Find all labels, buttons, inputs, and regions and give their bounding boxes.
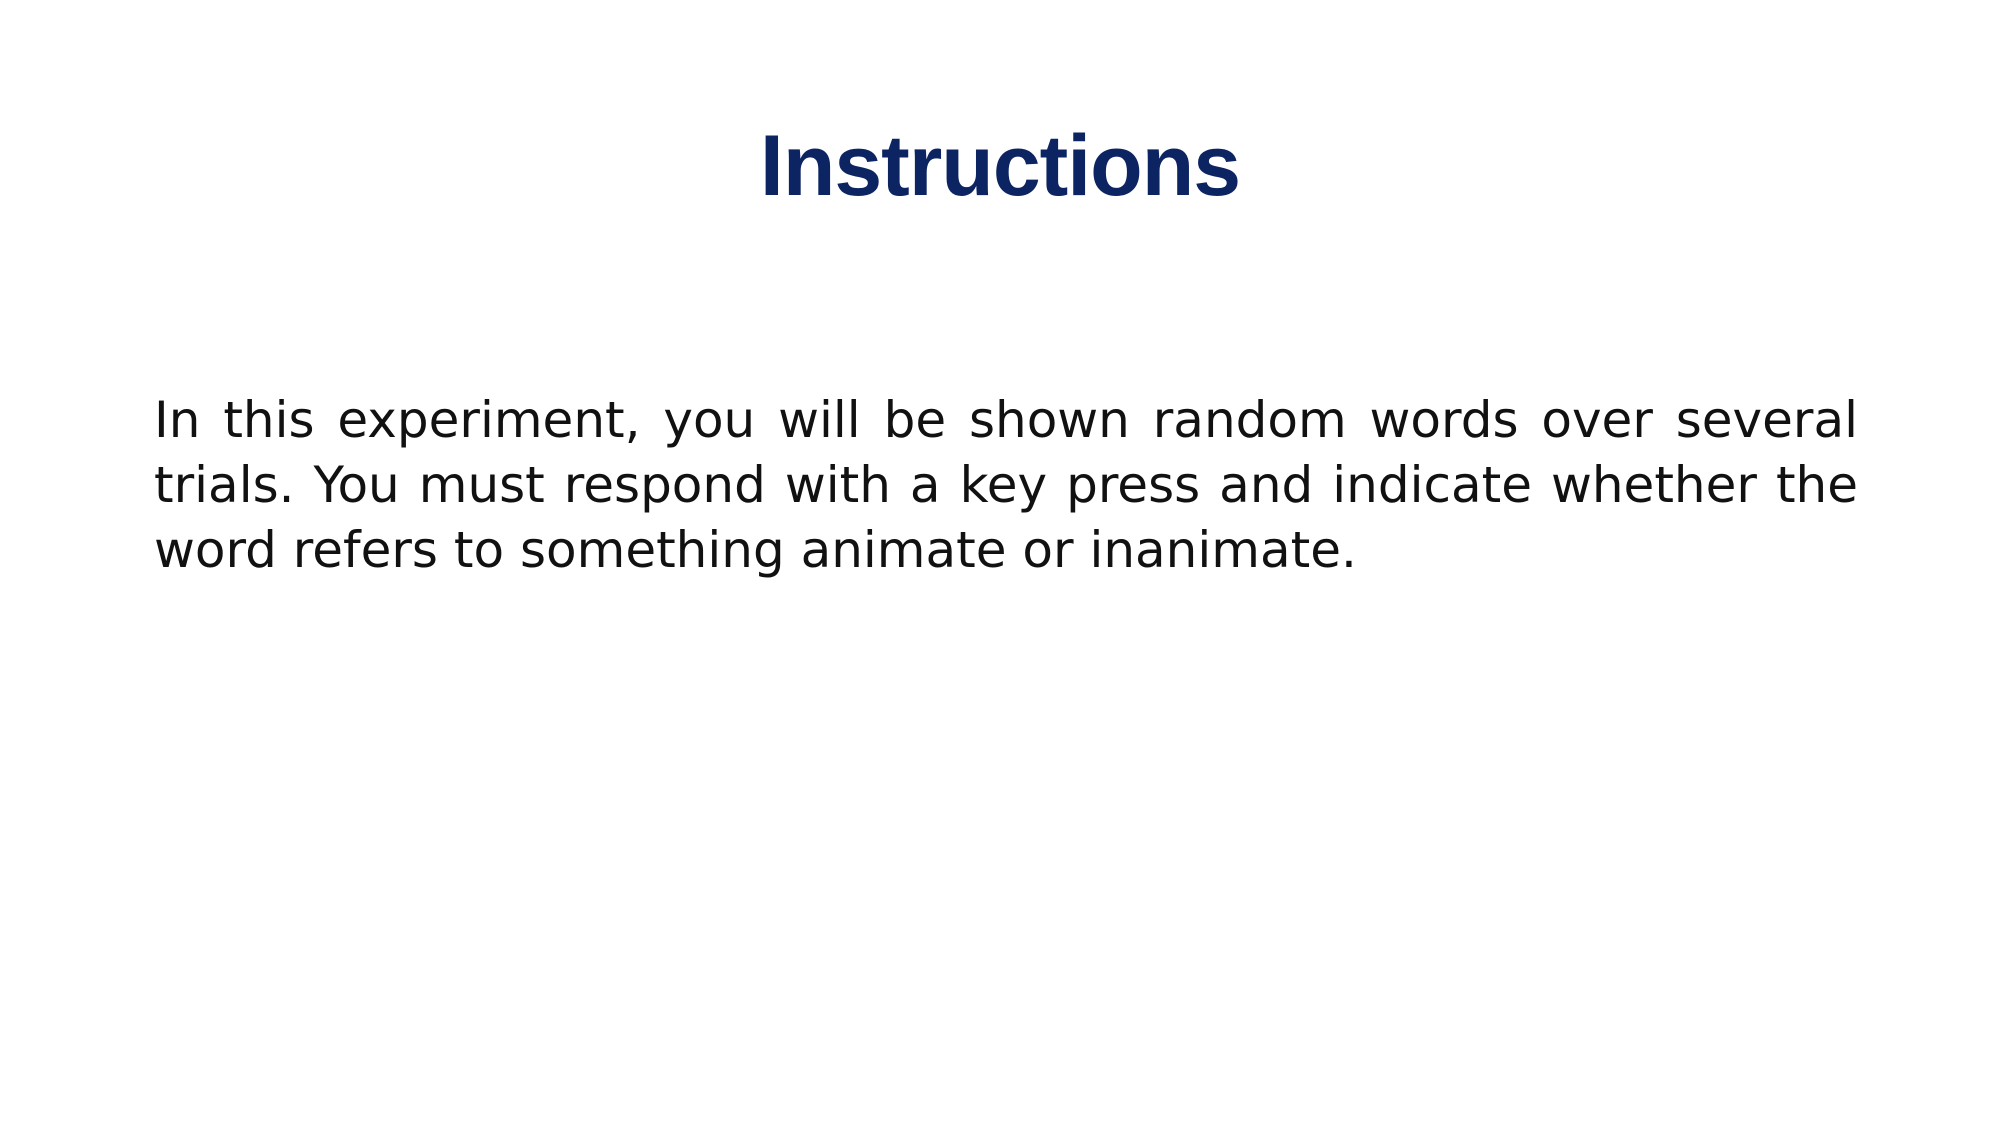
instructions-text: In this experiment, you will be shown ra… <box>154 391 1858 579</box>
instruction-slide: Instructions In this experiment, you wil… <box>0 0 2000 1125</box>
slide-title: Instructions <box>759 118 1241 214</box>
